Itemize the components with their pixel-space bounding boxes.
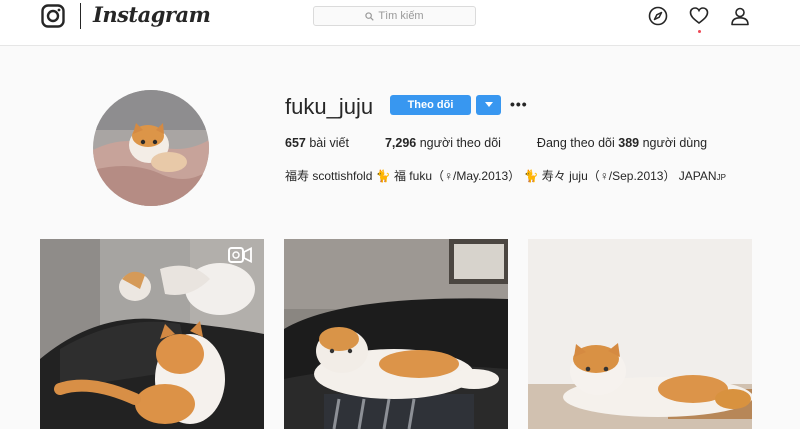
following-prefix: Đang theo dõi [536, 136, 615, 150]
user-icon[interactable] [730, 6, 750, 26]
suggestions-dropdown-button[interactable] [476, 95, 501, 115]
logo-divider [80, 3, 81, 29]
more-options-button[interactable]: ••• [510, 96, 528, 112]
profile-username: fuku_juju [285, 94, 374, 119]
compass-icon[interactable] [648, 6, 668, 26]
followers-label: người theo dõi [419, 136, 501, 150]
followers-count: 7,296 [384, 136, 417, 150]
profile-bio: 福寿 scottishfold 🐈 福 fuku（♀/May.2013） 🐈 寿… [285, 167, 726, 184]
posts-count: 657 [285, 136, 306, 150]
post-thumbnail-photo[interactable] [528, 239, 752, 429]
follow-button[interactable]: Theo dõi [390, 95, 471, 115]
following-suffix: người dùng [642, 136, 708, 150]
search-placeholder: Tìm kiếm [378, 10, 424, 22]
bio-text: 福寿 scottishfold 🐈 福 fuku（♀/May.2013） 🐈 寿… [285, 169, 717, 183]
heart-icon[interactable] [689, 6, 709, 26]
posts-label: bài viết [309, 136, 349, 150]
profile-avatar[interactable] [93, 90, 209, 206]
profile-stats: 657 bài viết 7,296 người theo dõi Đang t… [285, 136, 707, 150]
video-camera-icon [229, 248, 253, 264]
instagram-wordmark[interactable]: Instagram [93, 2, 211, 27]
post-thumbnail-photo[interactable] [284, 239, 508, 429]
following-stat[interactable]: Đang theo dõi 389 người dùng [537, 136, 707, 150]
following-count: 389 [618, 136, 640, 150]
search-icon [365, 11, 375, 21]
search-input[interactable]: Tìm kiếm [313, 6, 476, 26]
caret-down-icon [484, 102, 493, 107]
bio-country-suffix: JP [716, 173, 726, 182]
post-thumbnail-video[interactable] [40, 239, 264, 429]
notification-dot [698, 30, 701, 33]
top-navigation-bar: Instagram Tìm kiếm [0, 0, 800, 46]
posts-stat: 657 bài viết [285, 136, 349, 150]
instagram-logo-icon[interactable] [41, 4, 65, 28]
followers-stat[interactable]: 7,296 người theo dõi [385, 136, 501, 150]
